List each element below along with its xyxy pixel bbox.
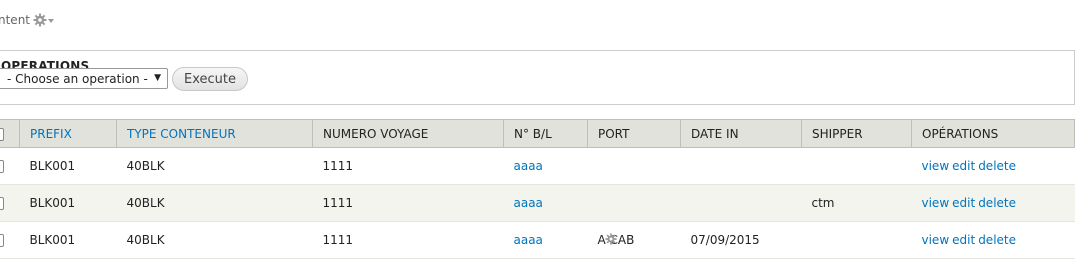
- bl-link[interactable]: aaaa: [514, 233, 543, 247]
- col-operations: OPÉRATIONS: [911, 119, 1075, 148]
- cell-date-in: [680, 147, 802, 185]
- cell-prefix: BLK001: [19, 221, 117, 259]
- cell-operations: view edit delete: [911, 184, 1075, 222]
- cell-operations: view edit delete: [911, 147, 1075, 185]
- table-header-row: PREFIX TYPE CONTENEUR NUMERO VOYAGE N° B…: [0, 119, 1075, 148]
- delete-link[interactable]: delete: [978, 159, 1016, 173]
- view-link[interactable]: view: [922, 159, 950, 173]
- cell-voyage: 1111: [312, 184, 504, 222]
- delete-link[interactable]: delete: [978, 196, 1016, 210]
- cell-operations: view edit delete: [911, 221, 1075, 259]
- table-row: BLK001 40BLK 1111 aaaa A CAB 07/09/2015 …: [0, 221, 1075, 259]
- cell-voyage: 1111: [312, 147, 504, 185]
- edit-link[interactable]: edit: [952, 196, 975, 210]
- cell-bl: aaaa: [503, 147, 588, 185]
- cell-port: A CAB: [587, 221, 681, 259]
- content-title: ntent: [0, 13, 31, 27]
- operation-select-value: - Choose an operation -: [7, 71, 148, 86]
- col-date-in: DATE IN: [680, 119, 802, 148]
- col-port: PORT: [587, 119, 681, 148]
- row-select-cell: [0, 147, 20, 185]
- row-checkbox[interactable]: [0, 197, 4, 210]
- view-link[interactable]: view: [922, 233, 950, 247]
- row-select-cell: [0, 184, 20, 222]
- select-caret-icon: ▼: [154, 73, 161, 83]
- gear-icon[interactable]: [604, 233, 617, 248]
- cell-voyage: 1111: [312, 221, 504, 259]
- bl-link[interactable]: aaaa: [514, 159, 543, 173]
- table-row: BLK001 40BLK 1111 aaaa ctm view edit delet…: [0, 184, 1075, 222]
- cell-port: [587, 147, 681, 185]
- select-all-checkbox[interactable]: [0, 127, 4, 141]
- cell-shipper: [801, 221, 912, 259]
- row-checkbox[interactable]: [0, 234, 4, 247]
- row-select-cell: [0, 221, 20, 259]
- cell-type: 40BLK: [116, 221, 313, 259]
- select-all-cell: [0, 119, 20, 148]
- cell-bl: aaaa: [503, 221, 588, 259]
- col-numero-voyage: NUMERO VOYAGE: [312, 119, 504, 148]
- cell-prefix: BLK001: [19, 184, 117, 222]
- content-header: ntent: [0, 13, 55, 27]
- table-row: BLK001 40BLK 1111 aaaa view edit delete: [0, 147, 1075, 185]
- col-prefix[interactable]: PREFIX: [19, 119, 117, 148]
- cell-date-in: 07/09/2015: [680, 221, 802, 259]
- execute-button[interactable]: Execute: [172, 67, 248, 91]
- bl-link[interactable]: aaaa: [514, 196, 543, 210]
- edit-link[interactable]: edit: [952, 159, 975, 173]
- cell-prefix: BLK001: [19, 147, 117, 185]
- cell-port: [587, 184, 681, 222]
- cell-bl: aaaa: [503, 184, 588, 222]
- operation-select[interactable]: - Choose an operation - ▼: [0, 68, 168, 89]
- view-link[interactable]: view: [922, 196, 950, 210]
- delete-link[interactable]: delete: [978, 233, 1016, 247]
- cell-date-in: [680, 184, 802, 222]
- cell-type: 40BLK: [116, 147, 313, 185]
- cell-shipper: [801, 147, 912, 185]
- col-bl: N° B/L: [503, 119, 588, 148]
- col-shipper: SHIPPER: [801, 119, 912, 148]
- col-type-conteneur[interactable]: TYPE CONTENEUR: [116, 119, 313, 148]
- edit-link[interactable]: edit: [952, 233, 975, 247]
- cell-shipper: ctm: [801, 184, 912, 222]
- gear-dropdown-icon[interactable]: [33, 13, 55, 27]
- content-table: PREFIX TYPE CONTENEUR NUMERO VOYAGE N° B…: [0, 119, 1075, 259]
- cell-type: 40BLK: [116, 184, 313, 222]
- row-checkbox[interactable]: [0, 160, 4, 173]
